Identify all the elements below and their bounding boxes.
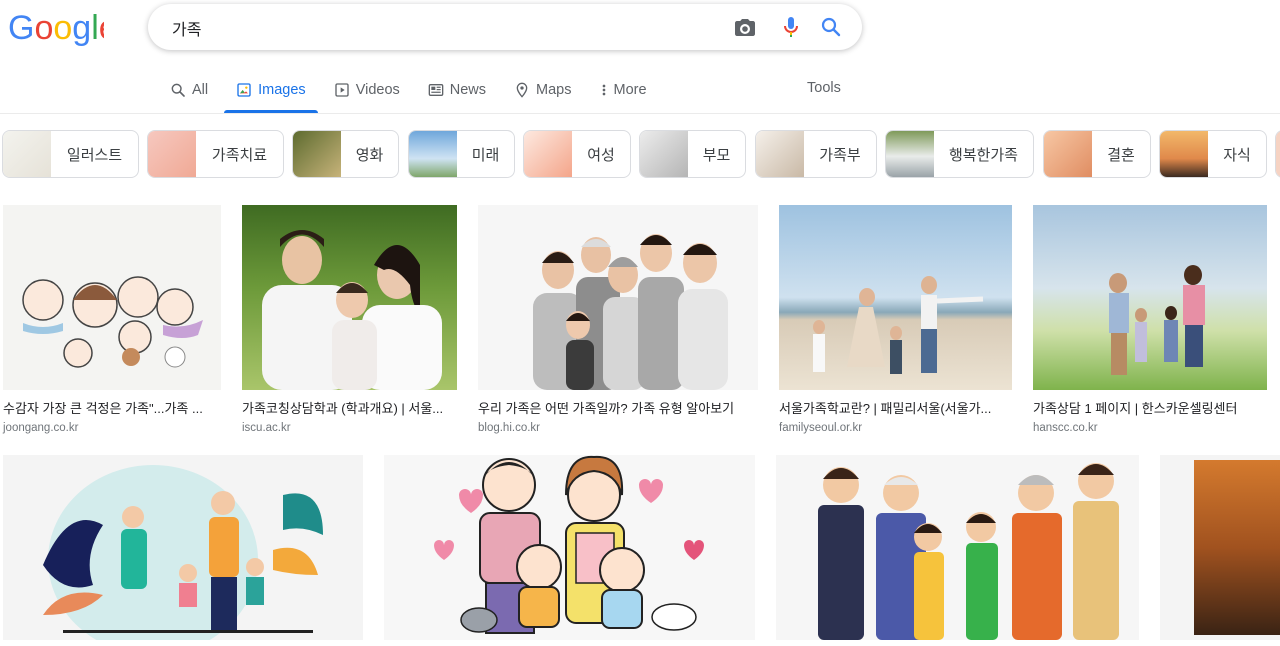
image-result[interactable]: 서울가족학교란? | 패밀리서울(서울가... familyseoul.or.k…	[779, 205, 1012, 434]
svg-text:Google: Google	[8, 9, 104, 47]
tab-maps[interactable]: Maps	[512, 72, 573, 108]
chip-label: 자식	[1223, 146, 1251, 164]
chip-illustration[interactable]: 일러스트	[2, 130, 139, 178]
chip-label: 부모	[702, 146, 731, 164]
result-thumbnail	[384, 455, 755, 640]
microphone-icon[interactable]	[779, 15, 803, 39]
more-vert-icon	[602, 84, 605, 96]
tab-label: Videos	[355, 82, 400, 98]
tab-all[interactable]: All	[168, 72, 210, 108]
search-input[interactable]	[170, 4, 714, 52]
result-caption: 가족상담 1 페이지 | 한스카운셀링센터	[1033, 401, 1238, 416]
google-logo[interactable]: Google	[8, 8, 104, 48]
search-icon	[171, 83, 185, 97]
tab-videos[interactable]: Videos	[332, 72, 402, 108]
result-caption: 가족코칭상담학과 (학과개요) | 서울...	[242, 401, 444, 416]
tab-more[interactable]: More	[598, 72, 649, 108]
chip-thumbnail	[1160, 131, 1208, 177]
image-result[interactable]: 가족상담 1 페이지 | 한스카운셀링센터 hanscc.co.kr	[1033, 205, 1267, 434]
map-pin-icon	[516, 82, 528, 98]
chip-parents[interactable]: 부모	[639, 130, 746, 178]
result-source: blog.hi.co.kr	[478, 422, 541, 434]
image-result[interactable]	[1160, 455, 1280, 640]
chip-label: 결혼	[1107, 146, 1135, 164]
chip-label: 여성	[587, 146, 615, 164]
search-box	[148, 4, 862, 52]
camera-icon[interactable]	[733, 15, 757, 39]
chip-thumbnail	[148, 131, 196, 177]
result-thumbnail	[1160, 455, 1280, 640]
chip-thumbnail	[756, 131, 804, 177]
result-thumbnail	[1033, 205, 1267, 390]
search-tabs: All Images Videos News Maps More	[168, 72, 673, 113]
tab-label: Images	[258, 82, 306, 98]
result-thumbnail	[242, 205, 457, 390]
search-icon[interactable]	[819, 15, 843, 39]
chip-family-ministry[interactable]: 가족부	[755, 130, 877, 178]
result-thumbnail	[779, 205, 1012, 390]
chip-thumbnail	[886, 131, 934, 177]
chip-thumbnail	[524, 131, 572, 177]
image-result[interactable]	[384, 455, 755, 640]
chip-label: 일러스트	[66, 146, 123, 164]
result-thumbnail	[3, 205, 221, 390]
image-result[interactable]	[3, 455, 363, 640]
chip-movie[interactable]: 영화	[292, 130, 399, 178]
result-caption: 수감자 가장 큰 걱정은 가족"...가족 ...	[3, 401, 203, 416]
chip-family-therapy[interactable]: 가족치료	[147, 130, 284, 178]
chip-label: 미래	[471, 146, 500, 164]
tab-label: All	[192, 82, 209, 98]
header-divider	[0, 113, 1280, 114]
result-source: familyseoul.or.kr	[779, 422, 863, 434]
tab-images[interactable]: Images	[224, 72, 318, 113]
tools-button[interactable]: Tools	[807, 80, 841, 96]
result-caption: 서울가족학교란? | 패밀리서울(서울가...	[779, 401, 992, 416]
result-thumbnail	[478, 205, 758, 390]
chip-thumbnail	[640, 131, 688, 177]
related-searches-chips: 일러스트 가족치료 영화 미래 여성 부모 가족부 행복한가족 결혼 자식	[2, 130, 1280, 180]
result-thumbnail	[3, 455, 363, 640]
chip-future[interactable]: 미래	[408, 130, 515, 178]
result-thumbnail	[776, 455, 1139, 640]
image-result[interactable]: 수감자 가장 큰 걱정은 가족"...가족 ... joongang.co.kr	[3, 205, 221, 434]
chip-thumbnail	[1044, 131, 1092, 177]
chip-more-partial[interactable]	[1275, 130, 1280, 178]
image-icon	[237, 83, 251, 97]
chip-happy-family[interactable]: 행복한가족	[885, 130, 1034, 178]
result-source: hanscc.co.kr	[1033, 422, 1098, 434]
chip-women[interactable]: 여성	[523, 130, 631, 178]
image-result[interactable]	[776, 455, 1139, 640]
image-result[interactable]: 우리 가족은 어떤 가족일까? 가족 유형 알아보기 blog.hi.co.kr	[478, 205, 758, 434]
tab-label: More	[613, 82, 647, 98]
tab-label: News	[449, 82, 487, 98]
result-source: joongang.co.kr	[3, 422, 79, 434]
chip-label: 가족치료	[211, 146, 268, 164]
chip-label: 가족부	[819, 146, 861, 164]
chip-marriage[interactable]: 결혼	[1043, 130, 1151, 178]
tab-news[interactable]: News	[426, 72, 488, 108]
image-result[interactable]: 가족코칭상담학과 (학과개요) | 서울... iscu.ac.kr	[242, 205, 457, 434]
chip-label: 영화	[355, 146, 384, 164]
chip-thumbnail	[1276, 131, 1280, 177]
chip-label: 행복한가족	[948, 146, 1018, 164]
news-icon	[428, 84, 444, 96]
tab-label: Maps	[536, 82, 572, 98]
chip-thumbnail	[3, 131, 51, 177]
chip-thumbnail	[293, 131, 341, 177]
video-icon	[335, 83, 349, 97]
result-source: iscu.ac.kr	[242, 422, 291, 434]
chip-thumbnail	[409, 131, 457, 177]
chip-children[interactable]: 자식	[1159, 130, 1267, 178]
result-caption: 우리 가족은 어떤 가족일까? 가족 유형 알아보기	[478, 401, 735, 416]
